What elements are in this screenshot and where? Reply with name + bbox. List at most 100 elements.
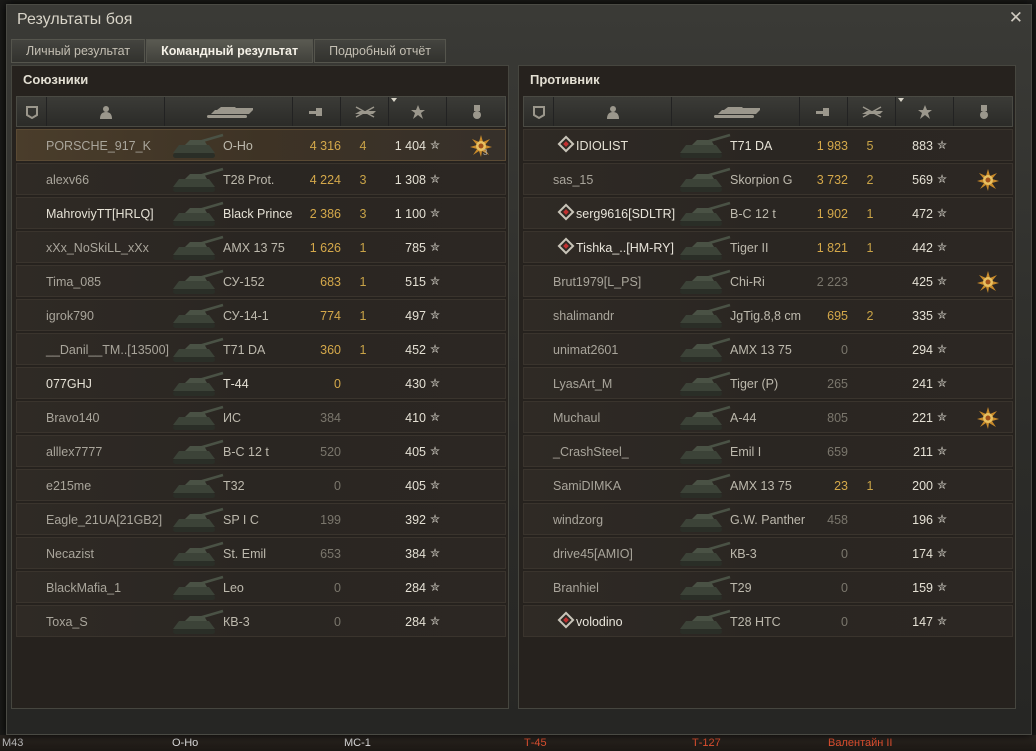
- medal-icon[interactable]: [976, 406, 1000, 430]
- experience-value: 284: [405, 615, 426, 629]
- player-row[interactable]: Necazist St. Emil 653 384 ✮: [16, 537, 506, 569]
- player-row[interactable]: _CrashSteel_ Emil I 659 211 ✮: [523, 435, 1013, 467]
- damage-column-icon[interactable]: [293, 97, 341, 126]
- vehicle-column-icon[interactable]: [165, 97, 293, 126]
- damage-value: 4 224: [309, 173, 341, 187]
- squad-column-icon[interactable]: [17, 97, 47, 126]
- kills-value: 3: [359, 207, 367, 221]
- damage-column-icon[interactable]: [800, 97, 848, 126]
- player-row[interactable]: MahroviyTT[HRLQ] Black Prince 2 386 3 1 100 ✮: [16, 197, 506, 229]
- star-icon: ✮: [430, 546, 441, 560]
- vehicle-icon: [674, 267, 732, 297]
- player-row[interactable]: Eagle_21UA[21GB2] SP I C 199 392 ✮: [16, 503, 506, 535]
- vehicle-icon: [674, 607, 732, 637]
- player-row[interactable]: 077GHJ Т-44 0 430 ✮: [16, 367, 506, 399]
- vehicle-name: А-44: [730, 411, 757, 425]
- medals-column-icon[interactable]: [447, 97, 507, 126]
- tab-team-result[interactable]: Командный результат: [146, 39, 314, 63]
- star-icon: ✮: [937, 546, 948, 560]
- player-row[interactable]: Tima_085 СУ-152 683 1 515 ✮: [16, 265, 506, 297]
- experience-value: 211: [913, 445, 933, 459]
- vehicle-name: Т-44: [223, 377, 249, 391]
- bg-vehicle-label: Т-45: [524, 737, 547, 749]
- player-row[interactable]: SamiDIMKA AMX 13 75 23 1 200 ✮: [523, 469, 1013, 501]
- vehicle-name: О-Но: [223, 139, 253, 153]
- player-row[interactable]: Branhiel T29 0 159 ✮: [523, 571, 1013, 603]
- player-row[interactable]: Toxa_S КВ-3 0 284 ✮: [16, 605, 506, 637]
- player-row[interactable]: volodino T28 HTC 0 147 ✮: [523, 605, 1013, 637]
- vehicle-name: B-C 12 t: [730, 207, 776, 221]
- medal-icon[interactable]: [469, 134, 493, 158]
- player-row[interactable]: drive45[AMIO] КВ-3 0 174 ✮: [523, 537, 1013, 569]
- vehicle-icon: [167, 505, 225, 535]
- medal-count: 3: [483, 148, 488, 157]
- experience-value: 883: [912, 139, 933, 153]
- vehicle-icon: [167, 267, 225, 297]
- player-row[interactable]: __Danil__TM..[13500] T71 DA 360 1 452 ✮: [16, 333, 506, 365]
- battle-results-window: Результаты боя ✕ Личный результат Команд…: [6, 4, 1032, 735]
- experience-column-icon[interactable]: [896, 97, 954, 126]
- experience-value: 392: [405, 513, 426, 527]
- experience-value: 497: [405, 309, 426, 323]
- vehicle-name: СУ-152: [223, 275, 265, 289]
- player-column-icon[interactable]: [554, 97, 672, 126]
- vehicle-icon: [674, 165, 732, 195]
- tab-detailed-report[interactable]: Подробный отчёт: [314, 39, 447, 63]
- player-row[interactable]: Bravo140 ИС 384 410 ✮: [16, 401, 506, 433]
- vehicle-name: Black Prince: [223, 207, 293, 221]
- star-icon: ✮: [430, 614, 441, 628]
- player-row[interactable]: unimat2601 AMX 13 75 0 294 ✮: [523, 333, 1013, 365]
- damage-value: 360: [320, 343, 341, 357]
- player-row[interactable]: BlackMafia_1 Leo 0 284 ✮: [16, 571, 506, 603]
- tab-personal-result[interactable]: Личный результат: [11, 39, 146, 63]
- star-icon: ✮: [430, 206, 441, 220]
- star-icon: ✮: [937, 580, 948, 594]
- player-name: volodino: [576, 615, 623, 629]
- experience-value: 284: [405, 581, 426, 595]
- player-row[interactable]: shalimandr JgTig.8,8 cm 695 2 335 ✮: [523, 299, 1013, 331]
- experience-value: 196: [912, 513, 933, 527]
- vehicle-icon: [674, 199, 732, 229]
- player-row[interactable]: alllex7777 B-C 12 t 520 405 ✮: [16, 435, 506, 467]
- vehicle-name: B-C 12 t: [223, 445, 269, 459]
- squad-icon: [557, 237, 575, 255]
- star-icon: ✮: [937, 376, 948, 390]
- experience-value: 430: [405, 377, 426, 391]
- vehicle-name: JgTig.8,8 cm: [730, 309, 802, 323]
- player-row[interactable]: sas_15 Skorpion G 3 732 2 569 ✮: [523, 163, 1013, 195]
- damage-value: 653: [320, 547, 341, 561]
- allies-title: Союзники: [23, 72, 89, 87]
- player-row[interactable]: xXx_NoSkiLL_xXx AMX 13 75 1 626 1 785 ✮: [16, 231, 506, 263]
- damage-value: 1 983: [816, 139, 848, 153]
- star-icon: ✮: [937, 206, 948, 220]
- experience-column-icon[interactable]: [389, 97, 447, 126]
- player-row[interactable]: IDIOLIST T71 DA 1 983 5 883 ✮: [523, 129, 1013, 161]
- star-icon: ✮: [430, 512, 441, 526]
- kills-value: 1: [866, 241, 874, 255]
- kills-column-icon[interactable]: [848, 97, 896, 126]
- medals-column-icon[interactable]: [954, 97, 1014, 126]
- player-row[interactable]: Muchaul А-44 805 221 ✮: [523, 401, 1013, 433]
- player-row[interactable]: Brut1979[L_PS] Chi-Ri 2 223 425 ✮: [523, 265, 1013, 297]
- vehicle-column-icon[interactable]: [672, 97, 800, 126]
- star-icon: ✮: [937, 240, 948, 254]
- kills-column-icon[interactable]: [341, 97, 389, 126]
- player-row[interactable]: Tishka_..[HM-RY] Tiger II 1 821 1 442 ✮: [523, 231, 1013, 263]
- star-icon: ✮: [430, 308, 441, 322]
- player-row[interactable]: alexv66 T28 Prot. 4 224 3 1 308 ✮: [16, 163, 506, 195]
- player-row[interactable]: e215me T32 0 405 ✮: [16, 469, 506, 501]
- damage-value: 2 386: [309, 207, 341, 221]
- player-row[interactable]: PORSCHE_917_K О-Но 4 316 4 1 404 ✮ 3: [16, 129, 506, 161]
- player-row[interactable]: LyasArt_M Tiger (P) 265 241 ✮: [523, 367, 1013, 399]
- medal-icon[interactable]: [976, 168, 1000, 192]
- player-row[interactable]: serg9616[SDLTR] B-C 12 t 1 902 1 472 ✮: [523, 197, 1013, 229]
- close-icon[interactable]: ✕: [1009, 8, 1023, 28]
- experience-value: 335: [912, 309, 933, 323]
- player-row[interactable]: windzorg G.W. Panther 458 196 ✮: [523, 503, 1013, 535]
- experience-value: 442: [912, 241, 933, 255]
- player-row[interactable]: igrok790 СУ-14-1 774 1 497 ✮: [16, 299, 506, 331]
- player-column-icon[interactable]: [47, 97, 165, 126]
- medal-icon[interactable]: [976, 270, 1000, 294]
- player-name: MahroviyTT[HRLQ]: [46, 207, 154, 221]
- squad-column-icon[interactable]: [524, 97, 554, 126]
